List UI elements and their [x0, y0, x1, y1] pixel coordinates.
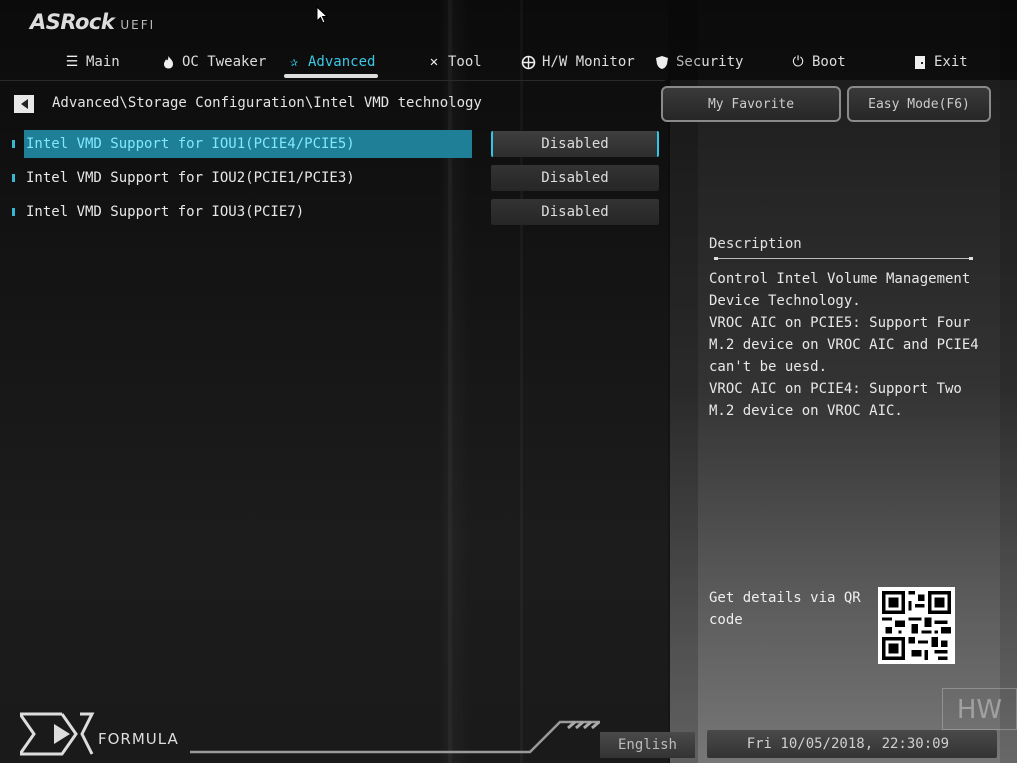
tools-icon: ✕ — [429, 54, 439, 70]
item-marker-icon — [12, 140, 15, 148]
tab-advanced[interactable]: ✰ Advanced — [286, 50, 376, 74]
setting-value-dropdown[interactable]: Disabled — [491, 165, 659, 191]
active-tab-indicator — [284, 74, 378, 78]
item-marker-icon — [12, 174, 15, 182]
qr-caption: Get details via QR code — [709, 590, 861, 628]
description-title: Description — [709, 236, 802, 252]
easy-mode-label: Easy Mode(F6) — [868, 96, 970, 112]
panel-stripe — [1000, 0, 1017, 763]
background-stripe — [448, 0, 452, 763]
tab-label: Main — [86, 54, 120, 70]
setting-label: Intel VMD Support for IOU2(PCIE1/PCIE3) — [26, 170, 355, 186]
my-favorite-label: My Favorite — [707, 96, 795, 112]
item-marker-icon — [12, 208, 15, 216]
setting-row-iou1[interactable]: Intel VMD Support for IOU1(PCIE4/PCIE5) … — [8, 130, 660, 158]
back-arrow-icon — [20, 99, 28, 109]
top-navigation: ☰ Main OC Tweaker ✰ Advanced ✕ Tool H/W … — [0, 44, 1017, 78]
tab-label: OC Tweaker — [182, 54, 267, 70]
description-divider — [714, 257, 973, 260]
tab-label: Boot — [812, 54, 846, 70]
list-icon: ☰ — [65, 54, 79, 70]
setting-row-iou2[interactable]: Intel VMD Support for IOU2(PCIE1/PCIE3) … — [8, 164, 660, 192]
tab-exit[interactable]: Exit — [912, 50, 968, 74]
setting-value-dropdown[interactable]: Disabled — [491, 199, 659, 225]
asrock-logo: ASRock UEFI — [30, 10, 155, 36]
tab-tool[interactable]: ✕ Tool — [426, 50, 482, 74]
mouse-cursor-icon — [316, 6, 329, 24]
tab-oc-tweaker[interactable]: OC Tweaker — [160, 50, 266, 74]
watermark-logo: HW — [942, 688, 1017, 730]
setting-label: Intel VMD Support for IOU1(PCIE4/PCIE5) — [24, 130, 472, 158]
setting-row-iou3[interactable]: Intel VMD Support for IOU3(PCIE7) Disabl… — [8, 198, 660, 226]
tab-boot[interactable]: ⏻ Boot — [790, 50, 846, 74]
datetime-display: Fri 10/05/2018, 22:30:09 — [707, 730, 997, 758]
background-stripe — [520, 0, 523, 763]
back-button[interactable] — [14, 95, 34, 113]
tab-label: Advanced — [308, 54, 376, 70]
qr-code-graphic — [882, 591, 951, 660]
flame-icon — [160, 54, 176, 70]
qr-code-icon[interactable] — [878, 587, 955, 664]
setting-label: Intel VMD Support for IOU3(PCIE7) — [26, 204, 305, 220]
tab-label: Tool — [448, 54, 482, 70]
tab-label: Exit — [934, 54, 968, 70]
easy-mode-button[interactable]: Easy Mode(F6) — [847, 86, 991, 122]
power-icon: ⏻ — [792, 54, 804, 70]
crosshair-icon — [520, 54, 536, 70]
formula-brand-text: FORMULA — [98, 730, 179, 748]
tab-main[interactable]: ☰ Main — [64, 50, 120, 74]
door-icon — [912, 54, 928, 70]
star-icon: ✰ — [289, 54, 299, 70]
my-favorite-button[interactable]: My Favorite — [661, 86, 841, 122]
logo-subtext: UEFI — [120, 18, 156, 32]
setting-value-dropdown[interactable]: Disabled — [491, 131, 659, 157]
description-text: Control Intel Volume Management Device T… — [709, 271, 979, 419]
language-button[interactable]: English — [600, 732, 695, 758]
tab-hw-monitor[interactable]: H/W Monitor — [520, 50, 635, 74]
breadcrumb: Advanced\Storage Configuration\Intel VMD… — [52, 95, 482, 111]
logo-text: ASRock — [30, 10, 115, 34]
tab-label: H/W Monitor — [542, 54, 635, 70]
nav-divider — [0, 80, 665, 81]
